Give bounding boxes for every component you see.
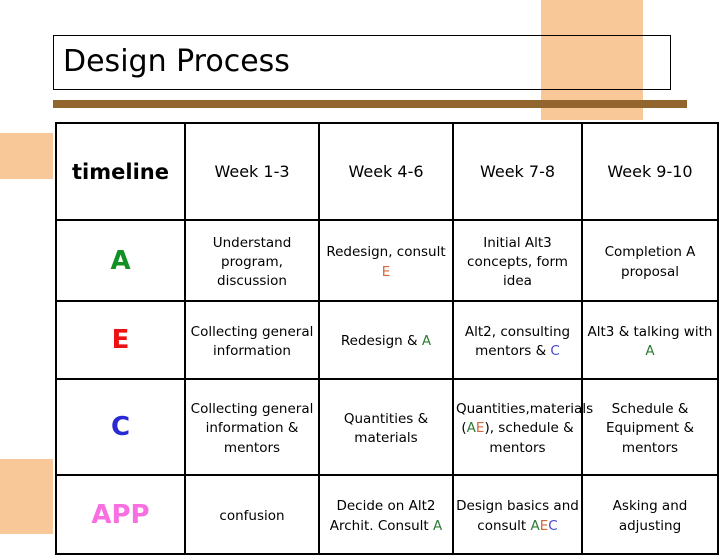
table-header-row: timeline Week 1-3 Week 4-6 Week 7-8 Week… — [55, 122, 719, 221]
role-reference: A — [530, 517, 540, 534]
header-cell-week-2: Week 4-6 — [318, 122, 454, 221]
task-text-segment: Decide on Alt2 Archit. Consult — [329, 498, 436, 534]
design-process-table: timeline Week 1-3 Week 4-6 Week 7-8 Week… — [55, 122, 719, 555]
header-cell-week-4: Week 9-10 — [581, 122, 719, 221]
task-text: Redesign, consult E — [326, 244, 445, 279]
week-label: Week 7-8 — [479, 162, 556, 181]
task-text: Collecting general information & mentors — [191, 401, 314, 455]
task-text-segment: Initial Alt3 concepts, form idea — [467, 234, 568, 290]
task-text: Redesign & A — [341, 333, 431, 349]
task-text-segment: Quantities & materials — [343, 410, 429, 446]
task-cell: Redesign & A — [318, 300, 454, 380]
decorative-orange-block-top-left — [0, 133, 53, 179]
task-text-segment: Collecting general information & mentors — [190, 401, 314, 456]
role-cell: E — [55, 300, 186, 380]
task-text-segment: ), schedule & mentors — [484, 420, 574, 456]
table-row: APP confusion Decide on Alt2 Archit. Consu… — [55, 474, 719, 555]
table-row: A Understand program, discussion Redesign,… — [55, 219, 719, 302]
task-text: Quantities & materials — [344, 411, 428, 446]
task-text: Initial Alt3 concepts, form idea — [467, 235, 568, 289]
task-cell: Alt3 & talking with A — [581, 300, 719, 380]
role-label: A — [110, 245, 131, 276]
role-reference: C — [550, 343, 560, 359]
week-label: Week 9-10 — [607, 162, 693, 181]
task-text: Alt2, consulting mentors & C — [465, 324, 570, 359]
task-text: Design basics and consult AEC — [456, 498, 579, 533]
role-reference: A — [645, 343, 655, 359]
task-text: Understand program, discussion — [213, 235, 292, 289]
decorative-brown-rule — [53, 100, 687, 108]
timeline-label: timeline — [72, 159, 169, 184]
task-cell: confusion — [184, 474, 320, 555]
task-cell: Initial Alt3 concepts, form idea — [452, 219, 583, 302]
role-reference: C — [548, 517, 558, 534]
task-text: Asking and adjusting — [613, 498, 688, 533]
header-cell-week-1: Week 1-3 — [184, 122, 320, 221]
task-cell: Quantities & materials — [318, 378, 454, 476]
task-text: Completion A proposal — [605, 244, 696, 279]
header-cell-timeline: timeline — [55, 122, 186, 221]
role-cell: A — [55, 219, 186, 302]
role-reference: E — [539, 517, 549, 534]
task-text-segment: Understand program, discussion — [212, 234, 292, 290]
task-cell: Completion A proposal — [581, 219, 719, 302]
week-label: Week 4-6 — [348, 162, 424, 181]
task-cell: Collecting general information — [184, 300, 320, 380]
week-label: Week 1-3 — [214, 162, 290, 181]
task-text-segment: Alt3 & talking with — [587, 323, 713, 340]
task-cell: Asking and adjusting — [581, 474, 719, 555]
task-cell: Decide on Alt2 Archit. Consult A — [318, 474, 454, 555]
table-row: E Collecting general information Redesign … — [55, 300, 719, 380]
role-reference: A — [433, 517, 443, 534]
task-text-segment: Redesign, consult — [326, 244, 446, 261]
task-cell: Design basics and consult AEC — [452, 474, 583, 555]
task-text-segment: Schedule & Equipment & mentors — [605, 401, 695, 456]
task-cell: Redesign, consult E — [318, 219, 454, 302]
role-label: C — [110, 412, 131, 442]
task-cell: Collecting general information & mentors — [184, 378, 320, 476]
task-text-segment: Asking and adjusting — [612, 498, 688, 534]
role-cell: APP — [55, 474, 186, 555]
task-text: Collecting general information — [191, 324, 314, 359]
table-row: C Collecting general information & mentor… — [55, 378, 719, 476]
role-label: APP — [91, 499, 150, 530]
task-text: confusion — [219, 508, 284, 524]
decorative-orange-block-bottom-left — [0, 459, 53, 534]
task-text-segment: confusion — [219, 507, 285, 524]
task-text: Decide on Alt2 Archit. Consult A — [330, 498, 443, 533]
table-body: timeline Week 1-3 Week 4-6 Week 7-8 Week… — [55, 122, 719, 555]
task-cell: Alt2, consulting mentors & C — [452, 300, 583, 380]
task-cell: Schedule & Equipment & mentors — [581, 378, 719, 476]
page-title: Design Process — [63, 44, 290, 79]
task-cell: Quantities,materials (AE), schedule & me… — [452, 378, 593, 476]
task-text-segment: Design basics and consult — [456, 498, 579, 534]
header-cell-week-3: Week 7-8 — [452, 122, 583, 221]
task-text: Schedule & Equipment & mentors — [606, 401, 694, 455]
role-label: E — [111, 325, 130, 355]
task-cell: Understand program, discussion — [184, 219, 320, 302]
task-text: Alt3 & talking with A — [588, 324, 713, 359]
task-text-segment: Completion A proposal — [604, 244, 696, 280]
task-text: Quantities,materials (AE), schedule & me… — [456, 401, 593, 455]
role-cell: C — [55, 378, 186, 476]
task-text-segment: Collecting general information — [190, 323, 314, 359]
task-text-segment: Redesign & — [340, 333, 422, 350]
role-reference: A — [466, 420, 476, 437]
role-reference: A — [421, 333, 432, 350]
title-placeholder-box: Design Process — [53, 35, 671, 90]
role-reference: E — [381, 263, 391, 280]
